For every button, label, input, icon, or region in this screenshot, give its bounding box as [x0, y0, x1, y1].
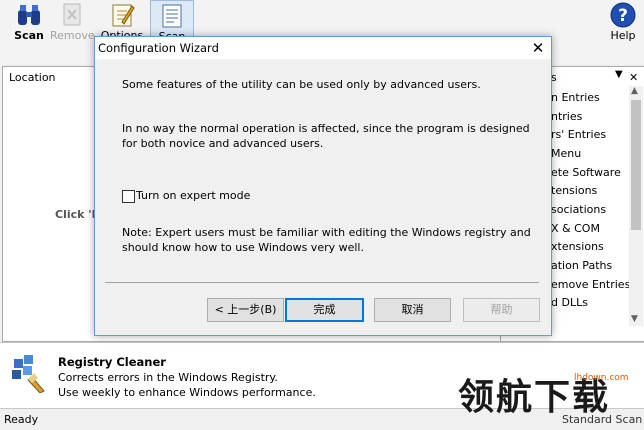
category-item[interactable]: emove Entries [551, 278, 630, 291]
dialog-title-bar[interactable]: Configuration Wizard [95, 37, 551, 59]
category-item[interactable]: n Entries [551, 91, 600, 104]
remove-button[interactable]: Remove [50, 0, 95, 44]
finish-button[interactable]: 完成 [285, 298, 364, 322]
help-icon: ? [610, 2, 636, 28]
help-dialog-button[interactable]: 帮助 [463, 298, 540, 322]
remove-label: Remove [50, 29, 95, 42]
checklist-icon [162, 4, 182, 28]
category-item[interactable]: tensions [551, 184, 597, 197]
dialog-paragraph-2b: for both novice and advanced users. [122, 137, 324, 150]
status-text: Ready [4, 413, 39, 426]
back-button[interactable]: < 上一步(B) [207, 298, 284, 322]
info-line-1: Corrects errors in the Windows Registry. [58, 371, 278, 384]
category-item[interactable]: Menu [551, 147, 581, 160]
help-label: Help [610, 29, 636, 42]
configuration-wizard-dialog: Configuration Wizard ✕ Some features of … [94, 36, 552, 336]
scrollbar-thumb[interactable] [631, 100, 641, 230]
dialog-separator [105, 282, 539, 283]
category-item[interactable]: ete Software [551, 166, 621, 179]
help-button[interactable]: ? Help [604, 0, 642, 44]
dialog-paragraph-2a: In no way the normal operation is affect… [122, 122, 530, 135]
scroll-down-icon[interactable]: ▼ [631, 314, 638, 324]
scroll-up-icon[interactable]: ▲ [631, 86, 638, 96]
svg-text:?: ? [618, 6, 628, 26]
options-pencil-icon [112, 4, 135, 27]
scan-button[interactable]: Scan [10, 0, 48, 44]
category-item[interactable]: d DLLs [551, 296, 588, 309]
dialog-title: Configuration Wizard [98, 41, 219, 55]
close-icon[interactable]: ✕ [525, 37, 551, 59]
category-item[interactable]: X & COM [551, 222, 600, 235]
expert-mode-checkbox[interactable] [122, 190, 135, 203]
dialog-paragraph-1: Some features of the utility can be used… [122, 78, 481, 91]
registry-cleaner-icon [12, 355, 45, 393]
scan-label: Scan [14, 29, 44, 42]
dialog-note-a: Note: Expert users must be familiar with… [122, 226, 531, 239]
dialog-note-b: should know how to use Windows very well… [122, 241, 364, 254]
category-item[interactable]: sociations [551, 203, 606, 216]
category-item[interactable]: ntries [551, 110, 582, 123]
category-item[interactable]: ation Paths [551, 259, 612, 272]
expert-mode-label[interactable]: Turn on expert mode [136, 188, 250, 203]
info-title: Registry Cleaner [58, 355, 166, 369]
pane-close-icon[interactable]: ✕ [629, 71, 638, 84]
watermark-url: lhdown.com [574, 373, 629, 383]
location-column-header[interactable]: Location [9, 71, 56, 84]
chevron-down-icon[interactable]: ▼ [615, 69, 623, 80]
category-item[interactable]: xtensions [551, 240, 604, 253]
cancel-button[interactable]: 取消 [374, 298, 451, 322]
binoculars-icon [18, 5, 40, 25]
info-line-2: Use weekly to enhance Windows performanc… [58, 386, 316, 399]
document-remove-icon [63, 3, 81, 26]
category-item[interactable]: rs' Entries [551, 128, 606, 141]
